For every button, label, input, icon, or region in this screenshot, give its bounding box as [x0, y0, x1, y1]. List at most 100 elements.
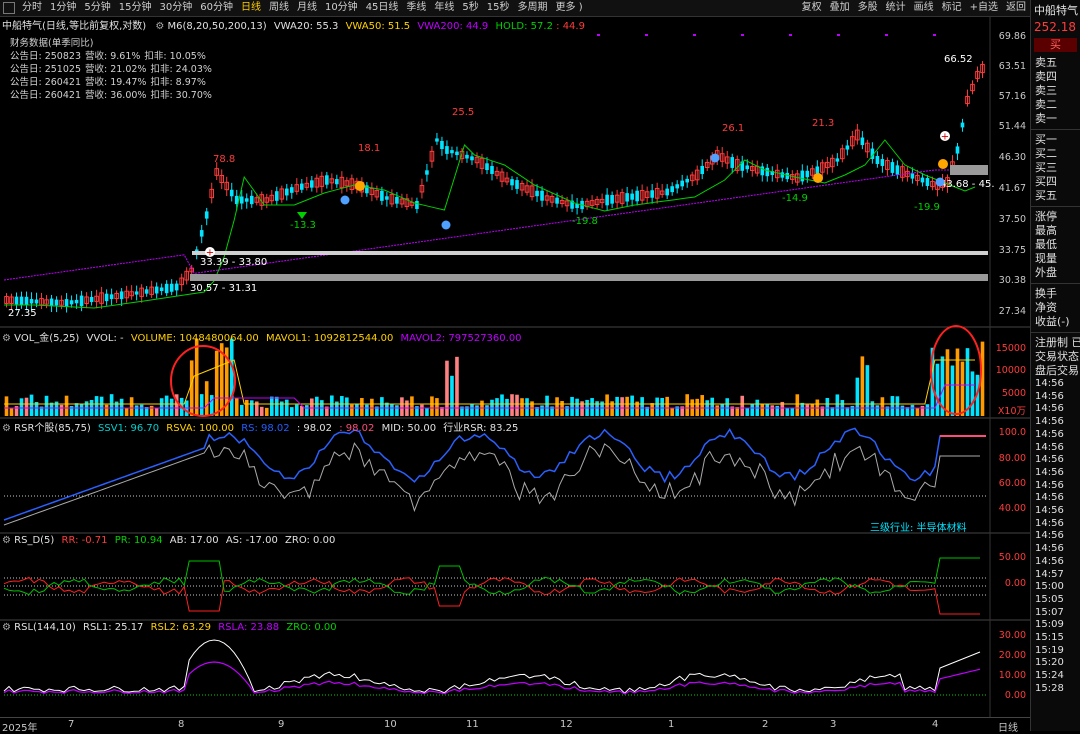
rr-line [3, 576, 980, 615]
rsr-axis: 100.0 80.00 60.00 40.00 [990, 419, 1030, 531]
pr-label: PR: 10.94 [114, 535, 163, 546]
signal-dot [885, 34, 888, 36]
volume-bar [685, 394, 689, 416]
vwa200-line [3, 169, 975, 281]
axis-tick: 41.67 [998, 183, 1026, 194]
candle-body-down [14, 296, 19, 305]
sidebar-item: 换手 [1035, 287, 1057, 300]
candle-body-down [435, 138, 439, 142]
candle-body-down [119, 291, 124, 300]
axis-tick: 15000 [995, 343, 1026, 354]
volume-bar [109, 394, 114, 416]
candle-body-down [685, 178, 689, 183]
vol-name[interactable]: VOL_金(5,25) [14, 333, 79, 344]
financial-profit: 扣非: 24.03% [150, 64, 212, 75]
candle-body-down [880, 159, 885, 166]
financial-row: 公告日: 251025 营收: 21.02% 扣非: 24.03% [10, 63, 216, 76]
axis-tick: 30.38 [998, 275, 1026, 286]
rsd-name[interactable]: RS_D(5) [14, 535, 54, 546]
settings-icon[interactable]: ⚙ [2, 535, 11, 546]
sidebar-item: 14:56 [1035, 416, 1064, 428]
candle-body-down [575, 203, 579, 209]
volume-bar [19, 398, 24, 416]
volume-bar [710, 397, 715, 416]
candle-body-down [74, 299, 79, 304]
sidebar-item: 买二 [1035, 147, 1057, 160]
sidebar-item: 14:56 [1035, 378, 1064, 389]
volume-bar [159, 398, 164, 416]
period-label: 日线 [998, 723, 1018, 734]
sidebar-item: 14:57 [1035, 568, 1064, 580]
zro-label: ZRO: 0.00 [285, 535, 336, 546]
buy-button[interactable]: 买 [1034, 38, 1077, 52]
date-label: 3 [830, 719, 837, 730]
sidebar-item: 买五 [1035, 189, 1057, 202]
indicator-name[interactable]: M6(8,20,50,200,13) [168, 21, 267, 32]
volume-bar [795, 394, 800, 416]
volume-bar [605, 394, 609, 416]
mid-label: MID: 50.00 [381, 423, 437, 434]
hold2-label: : 44.9 [556, 21, 585, 32]
candle-body-down [19, 296, 24, 305]
volume-bar [515, 394, 519, 416]
volume-bar [390, 404, 394, 416]
candle-body-down [445, 146, 449, 154]
settings-icon[interactable]: ⚙ [2, 622, 11, 633]
settings-icon[interactable]: ⚙ [2, 423, 11, 434]
rsl-name[interactable]: RSL(144,10) [14, 622, 76, 633]
candle-body-down [134, 291, 139, 295]
volume-bar [435, 398, 439, 416]
financial-row: 公告日: 260421 营收: 19.47% 扣非: 8.97% [10, 76, 216, 89]
rsr-name[interactable]: RSR个股(85,75) [14, 423, 91, 434]
candle-body-down [835, 158, 840, 162]
sidebar-item: 15:15 [1035, 632, 1064, 644]
candle-body-down [895, 165, 900, 175]
candle-body-down [910, 173, 915, 179]
axis-tick: 40.00 [998, 503, 1026, 514]
volume-bar [395, 405, 399, 416]
volume-bar [199, 394, 204, 416]
volume-bar [99, 396, 104, 416]
financial-title: 财务数据(单季同比) [10, 38, 94, 49]
signal-dot [693, 34, 696, 36]
candle-body-down [960, 122, 965, 128]
volume-bar [805, 404, 810, 416]
volume-bar [269, 396, 274, 416]
rsl-axis: 30.00 20.00 10.00 0.00 [990, 622, 1030, 714]
sidebar-item: 14:56 [1035, 555, 1064, 567]
volume-bar [520, 398, 524, 416]
volume-bar [890, 396, 895, 416]
volume-bar [134, 405, 139, 416]
stats-list-3: 注册制 已交易状态 盘后交易 [1031, 336, 1080, 378]
volume-bar [239, 404, 244, 416]
blue-dot-marker-icon [710, 153, 720, 163]
candle-body-down [310, 180, 314, 188]
rs-label: RS: 98.02 [241, 423, 290, 434]
volume-bar [495, 398, 499, 416]
settings-icon[interactable]: ⚙ [2, 333, 11, 344]
volume-bar [410, 396, 414, 416]
blue-dot-marker-icon [935, 177, 945, 187]
up-arrow-marker-icon [355, 181, 365, 191]
settings-icon[interactable]: ⚙ [155, 21, 164, 32]
candle-body-down [335, 179, 339, 185]
date-label: 10 [384, 719, 397, 730]
candle-body-down [450, 150, 454, 154]
candle-body-down [229, 189, 234, 197]
volume-bar [695, 398, 700, 416]
sidebar-item: 交易状态 [1035, 350, 1079, 363]
volume-bar [625, 396, 629, 416]
volume-bar [620, 397, 624, 416]
candle-body-down [540, 190, 544, 201]
volume-bar [785, 407, 790, 416]
volume-bar [920, 405, 925, 416]
candle-body-down [289, 187, 294, 193]
sidebar-stock-name: 中船特气 [1034, 4, 1078, 17]
sidebar-item: 15:05 [1035, 593, 1064, 605]
volume-axis: 15000 10000 5000 X10万 [990, 329, 1030, 417]
volume-bar [249, 400, 254, 416]
volume-bar [345, 397, 349, 416]
rs3-label: : 98.02 [296, 423, 333, 434]
volume-bar [655, 397, 659, 416]
candle-body-down [24, 296, 29, 306]
